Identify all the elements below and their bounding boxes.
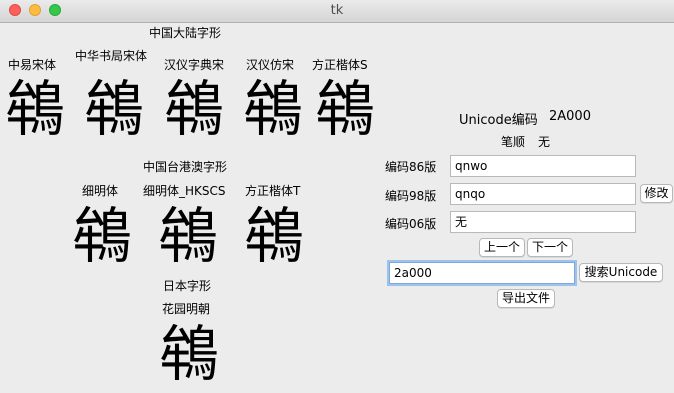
glyph-hanyi-fangsong: 鴾 — [243, 75, 303, 145]
glyph-hanyi-zidian: 鴾 — [164, 75, 224, 145]
window-titlebar: tk — [0, 0, 674, 23]
font-label-mingliu: 细明体 — [82, 184, 119, 198]
font-label-hanazono-mincho: 花园明朝 — [162, 302, 211, 316]
font-label-fangzheng-kai-s: 方正楷体S — [312, 58, 368, 72]
code-06-field[interactable]: 无 — [450, 211, 636, 233]
search-unicode-button[interactable]: 搜索Unicode — [579, 263, 663, 282]
export-file-button[interactable]: 导出文件 — [497, 289, 555, 308]
unicode-label: Unicode编码 — [459, 113, 538, 128]
group-label-tw-hk: 中国台港澳字形 — [143, 160, 228, 174]
font-label-hanyi-zidian: 汉仪字典宋 — [164, 58, 225, 72]
edit-button[interactable]: 修改 — [640, 184, 673, 203]
code-98-field[interactable]: qnqo — [450, 183, 636, 205]
strokes-label: 笔顺 — [501, 135, 526, 149]
glyph-mingliu-hkscs: 鴾 — [158, 202, 218, 272]
group-label-mainland: 中国大陆字形 — [149, 26, 222, 40]
glyph-mingliu: 鴾 — [72, 202, 132, 272]
strokes-value: 无 — [538, 135, 551, 149]
code-06-label: 编码06版 — [385, 217, 437, 231]
previous-button[interactable]: 上一个 — [479, 238, 525, 257]
font-label-hanyi-fangsong: 汉仪仿宋 — [246, 58, 295, 72]
code-86-field[interactable]: qnwo — [450, 155, 636, 177]
code-86-label: 编码86版 — [385, 160, 437, 174]
font-label-mingliu-hkscs: 细明体_HKSCS — [143, 184, 226, 198]
glyph-zhongyi: 鴾 — [5, 75, 65, 145]
font-label-zhonghua: 中华书局宋体 — [75, 49, 148, 63]
glyph-fangzheng-kai-s: 鴾 — [315, 75, 375, 145]
unicode-search-input[interactable]: 2a000 — [389, 262, 575, 284]
glyph-fangzheng-kai-t: 鴾 — [244, 202, 304, 272]
next-button[interactable]: 下一个 — [527, 238, 573, 257]
glyph-hanazono-mincho: 鴾 — [159, 320, 219, 390]
font-label-zhongyi: 中易宋体 — [8, 58, 57, 72]
code-98-label: 编码98版 — [385, 189, 437, 203]
unicode-value: 2A000 — [549, 109, 591, 124]
group-label-japan: 日本字形 — [163, 279, 212, 293]
font-label-fangzheng-kai-t: 方正楷体T — [245, 184, 301, 198]
glyph-zhonghua: 鴾 — [84, 75, 144, 145]
window-title: tk — [330, 3, 344, 18]
